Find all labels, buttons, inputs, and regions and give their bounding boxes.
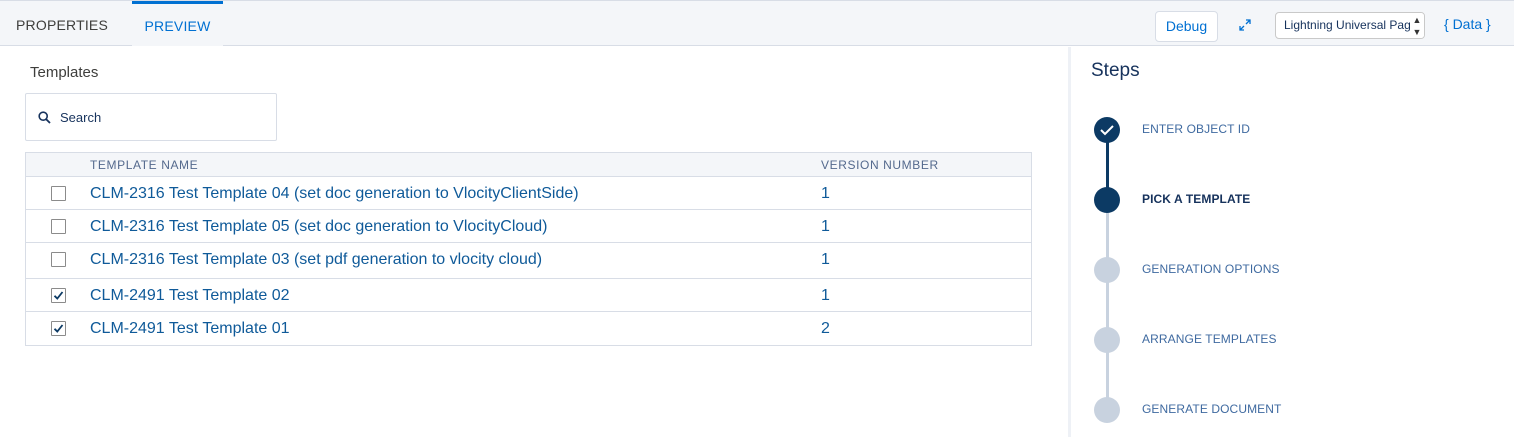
- step-enter-object-id[interactable]: ENTER OBJECT ID: [1142, 122, 1250, 136]
- table-header: TEMPLATE NAME VERSION NUMBER: [26, 153, 1031, 177]
- templates-table: TEMPLATE NAME VERSION NUMBER CLM-2316 Te…: [25, 152, 1032, 346]
- row-checkbox-checked[interactable]: [51, 288, 66, 303]
- row-checkbox[interactable]: [51, 219, 66, 234]
- table-row[interactable]: CLM-2316 Test Template 03 (set pdf gener…: [26, 243, 1031, 279]
- step-arrange-templates[interactable]: ARRANGE TEMPLATES: [1142, 332, 1277, 346]
- layout-select[interactable]: Lightning Universal Page ▲ ▼: [1275, 12, 1425, 39]
- version-number: 1: [821, 185, 830, 202]
- search-input[interactable]: [58, 106, 258, 128]
- layout-select-value: Lightning Universal Page: [1284, 18, 1418, 32]
- version-number: 1: [821, 287, 830, 304]
- template-name[interactable]: CLM-2316 Test Template 03 (set pdf gener…: [90, 243, 542, 276]
- column-version-number: VERSION NUMBER: [821, 158, 939, 172]
- search-icon: [38, 111, 51, 124]
- step-pending-icon: [1094, 397, 1120, 423]
- row-checkbox[interactable]: [51, 252, 66, 267]
- data-link[interactable]: { Data }: [1444, 16, 1491, 32]
- steps-panel: Steps ENTER OBJECT ID PICK A TEMPLATE GE…: [1068, 47, 1514, 437]
- templates-title: Templates: [30, 64, 99, 81]
- step-pick-a-template[interactable]: PICK A TEMPLATE: [1142, 192, 1250, 206]
- tab-properties[interactable]: PROPERTIES: [16, 1, 108, 46]
- version-number: 2: [821, 320, 830, 337]
- table-row[interactable]: CLM-2316 Test Template 05 (set doc gener…: [26, 210, 1031, 243]
- template-name[interactable]: CLM-2316 Test Template 05 (set doc gener…: [90, 210, 547, 243]
- select-caret-icon: ▲ ▼: [1410, 13, 1424, 38]
- search-box[interactable]: [25, 93, 277, 141]
- row-checkbox[interactable]: [51, 186, 66, 201]
- step-complete-icon: [1094, 117, 1120, 143]
- step-pending-icon: [1094, 327, 1120, 353]
- template-name[interactable]: CLM-2491 Test Template 01: [90, 312, 290, 345]
- step-current-icon: [1094, 187, 1120, 213]
- checkmark-icon: [53, 291, 64, 300]
- version-number: 1: [821, 218, 830, 235]
- table-row[interactable]: CLM-2491 Test Template 02 1: [26, 279, 1031, 312]
- top-bar: PROPERTIES PREVIEW Debug Lightning Unive…: [0, 0, 1514, 46]
- debug-button[interactable]: Debug: [1155, 11, 1218, 42]
- steps-title: Steps: [1091, 60, 1140, 81]
- expand-icon[interactable]: [1238, 18, 1252, 32]
- table-row[interactable]: CLM-2491 Test Template 01 2: [26, 312, 1031, 345]
- tab-preview[interactable]: PREVIEW: [132, 1, 223, 46]
- template-name[interactable]: CLM-2316 Test Template 04 (set doc gener…: [90, 177, 579, 210]
- step-connector-todo: [1106, 212, 1109, 412]
- row-checkbox-checked[interactable]: [51, 321, 66, 336]
- template-name[interactable]: CLM-2491 Test Template 02: [90, 279, 290, 312]
- column-template-name: TEMPLATE NAME: [90, 158, 199, 172]
- templates-panel: Templates TEMPLATE NAME VERSION NUMBER C…: [0, 47, 1068, 437]
- step-pending-icon: [1094, 257, 1120, 283]
- checkmark-icon: [53, 324, 64, 333]
- step-generation-options[interactable]: GENERATION OPTIONS: [1142, 262, 1280, 276]
- table-row[interactable]: CLM-2316 Test Template 04 (set doc gener…: [26, 177, 1031, 210]
- version-number: 1: [821, 251, 830, 268]
- step-generate-document[interactable]: GENERATE DOCUMENT: [1142, 402, 1281, 416]
